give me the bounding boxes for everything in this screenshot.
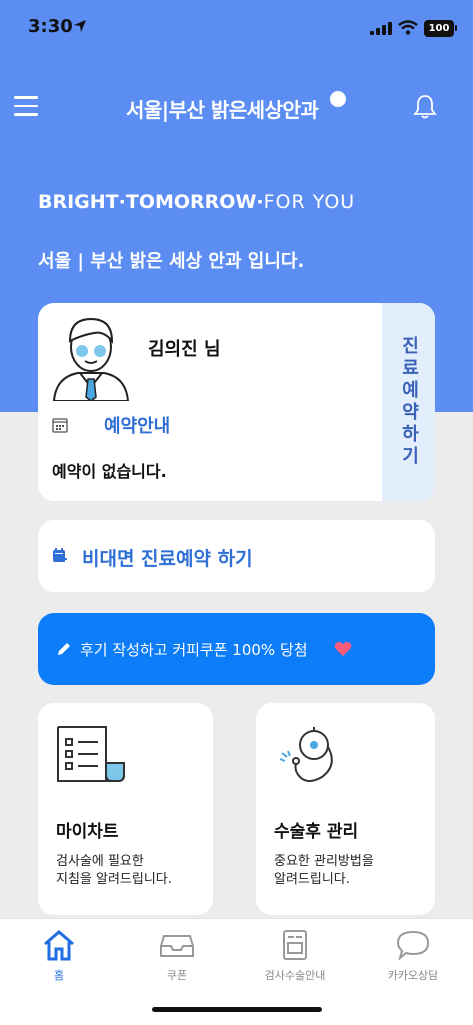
tab-kakao-consult[interactable]: 카카오상담 <box>354 927 472 983</box>
heart-icon <box>334 642 352 656</box>
battery-cap <box>455 25 457 31</box>
tab-coupon[interactable]: 쿠폰 <box>118 927 236 983</box>
battery-indicator: 100 <box>424 20 454 37</box>
post-surgery-care-card[interactable]: 수술후 관리 중요한 관리방법을 알려드립니다. <box>256 703 435 915</box>
telemedicine-label: 비대면 진료예약 하기 <box>82 548 253 570</box>
hero-subtitle: 서울 | 부산 밝은 세상 안과 입니다. <box>38 251 305 272</box>
profile-card: 김의진 님 예약안내 예약이 없습니다. 진료예약하기 <box>38 303 435 501</box>
menu-icon[interactable] <box>14 96 38 118</box>
review-promo-banner[interactable]: 후기 작성하고 커피쿠폰 100% 당첨 <box>38 613 435 685</box>
status-time: 3:30 <box>28 16 73 37</box>
calendar-plus-icon <box>53 548 67 562</box>
logo-dot <box>330 91 346 107</box>
telemedicine-booking-button[interactable]: 비대면 진료예약 하기 <box>38 520 435 592</box>
tab-exam-guide-label: 검사수술안내 <box>264 969 326 982</box>
chart-document-icon <box>57 726 125 782</box>
tagline-light: FOR YOU <box>263 191 356 213</box>
wifi-icon <box>398 20 418 35</box>
pencil-icon <box>58 643 70 655</box>
app-logo: 서울|부산 밝은세상안과 <box>126 98 319 122</box>
signal-icon <box>370 22 392 35</box>
post-surgery-title: 수술후 관리 <box>274 822 359 842</box>
hero-tagline: BRIGHT·TOMORROW·FOR YOU <box>38 191 355 213</box>
tab-coupon-label: 쿠폰 <box>166 969 188 982</box>
user-name: 김의진 님 <box>148 339 221 360</box>
newspaper-icon <box>283 930 307 960</box>
calendar-icon <box>52 418 68 433</box>
book-appointment-button[interactable]: 진료예약하기 <box>382 303 435 501</box>
my-chart-card[interactable]: 마이차트 검사술에 필요한 지침을 알려드립니다. <box>38 703 213 915</box>
tagline-bold: BRIGHT·TOMORROW· <box>38 191 264 213</box>
home-indicator <box>152 1007 322 1012</box>
stethoscope-icon <box>279 727 333 782</box>
reservation-status: 예약이 없습니다. <box>52 462 167 481</box>
bell-icon[interactable] <box>413 94 437 120</box>
location-arrow-icon <box>74 20 86 32</box>
chat-bubble-icon <box>396 930 430 961</box>
post-surgery-desc: 중요한 관리방법을 알려드립니다. <box>274 854 374 887</box>
my-chart-title: 마이차트 <box>56 822 119 842</box>
tab-home-label: 홈 <box>53 969 65 982</box>
doctor-avatar-icon <box>52 317 130 401</box>
tab-kakao-consult-label: 카카오상담 <box>387 969 439 982</box>
tab-exam-guide[interactable]: 검사수술안내 <box>236 927 354 983</box>
my-chart-desc: 검사술에 필요한 지침을 알려드립니다. <box>56 854 172 887</box>
home-icon <box>44 930 74 961</box>
reservation-title: 예약안내 <box>104 416 171 437</box>
promo-text: 후기 작성하고 커피쿠폰 100% 당첨 <box>80 641 308 659</box>
tab-home[interactable]: 홈 <box>0 927 118 983</box>
inbox-icon <box>160 935 194 957</box>
